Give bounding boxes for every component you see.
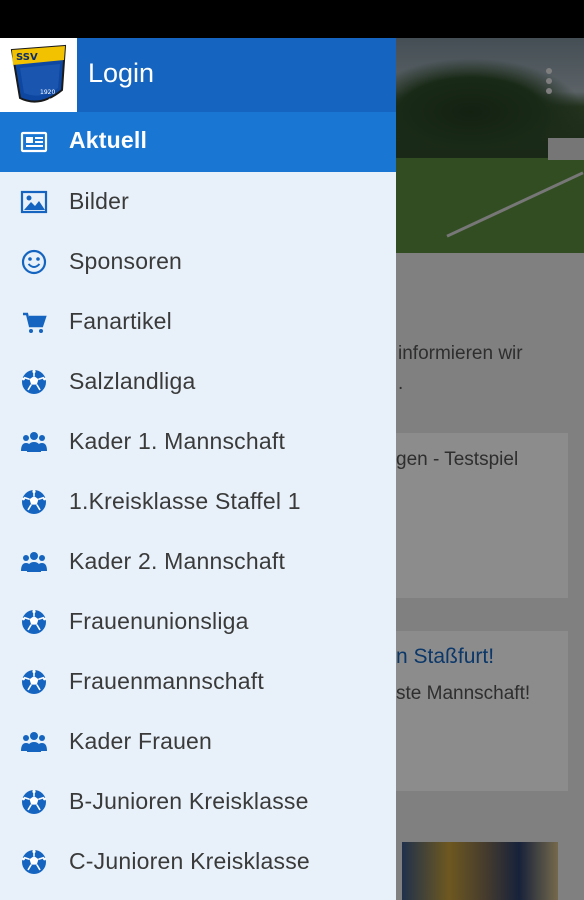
svg-text:SSV: SSV [16,52,38,63]
soccer-ball-icon [20,368,48,396]
drawer-item-kader-frauen[interactable]: Kader Frauen [0,712,396,772]
club-logo: SSV 1920 e.V. [0,38,77,112]
drawer-item-frauenunionsliga[interactable]: Frauenunionsliga [0,592,396,652]
drawer-item-1-kreisklasse-staffel-1[interactable]: 1.Kreisklasse Staffel 1 [0,472,396,532]
smiley-icon [20,248,48,276]
drawer-item-label: Kader 2. Mannschaft [69,548,286,574]
drawer-header[interactable]: SSV 1920 e.V. Login [0,38,396,112]
drawer-item-b-junioren-kreisklasse[interactable]: B-Junioren Kreisklasse [0,772,396,832]
svg-text:1920: 1920 [40,89,55,96]
drawer-item-label: Kader Frauen [69,728,213,754]
drawer-item-label: Aktuell [69,127,148,153]
drawer-item-salzlandliga[interactable]: Salzlandliga [0,352,396,412]
drawer-item-label: Fanartikel [69,308,172,334]
soccer-ball-icon [20,488,48,516]
soccer-ball-icon [20,668,48,696]
drawer-item-kader-1-mannschaft[interactable]: Kader 1. Mannschaft [0,412,396,472]
drawer-item-label: Kader 1. Mannschaft [69,428,286,454]
navigation-drawer: SSV 1920 e.V. Login Aktuell Bilder Sponsor… [0,38,396,900]
drawer-item-kader-2-mannschaft[interactable]: Kader 2. Mannschaft [0,532,396,592]
drawer-item-label: C-Junioren Kreisklasse [69,848,310,874]
drawer-item-aktuell[interactable]: Aktuell [0,112,396,172]
drawer-item-label: Sponsoren [69,248,183,274]
drawer-item-c-junioren-kreisklasse[interactable]: C-Junioren Kreisklasse [0,832,396,892]
svg-text:e.V.: e.V. [48,97,59,104]
group-icon [20,728,48,756]
soccer-ball-icon [20,848,48,876]
drawer-item-label: B-Junioren Kreisklasse [69,788,309,814]
drawer-item-label: Frauenmannschaft [69,668,264,694]
drawer-item-label: Bilder [69,188,130,214]
drawer-item-label: Frauenunionsliga [69,608,249,634]
drawer-item-sponsoren[interactable]: Sponsoren [0,232,396,292]
newspaper-icon [20,128,48,156]
cart-icon [20,308,48,336]
drawer-item-fanartikel[interactable]: Fanartikel [0,292,396,352]
drawer-item-label: 1.Kreisklasse Staffel 1 [69,488,301,514]
group-icon [20,548,48,576]
group-icon [20,428,48,456]
drawer-item-frauenmannschaft[interactable]: Frauenmannschaft [0,652,396,712]
soccer-ball-icon [20,608,48,636]
drawer-item-bilder[interactable]: Bilder [0,172,396,232]
status-bar [0,0,584,38]
login-title[interactable]: Login [88,58,154,89]
image-icon [20,188,48,216]
drawer-item-label: Salzlandliga [69,368,196,394]
soccer-ball-icon [20,788,48,816]
